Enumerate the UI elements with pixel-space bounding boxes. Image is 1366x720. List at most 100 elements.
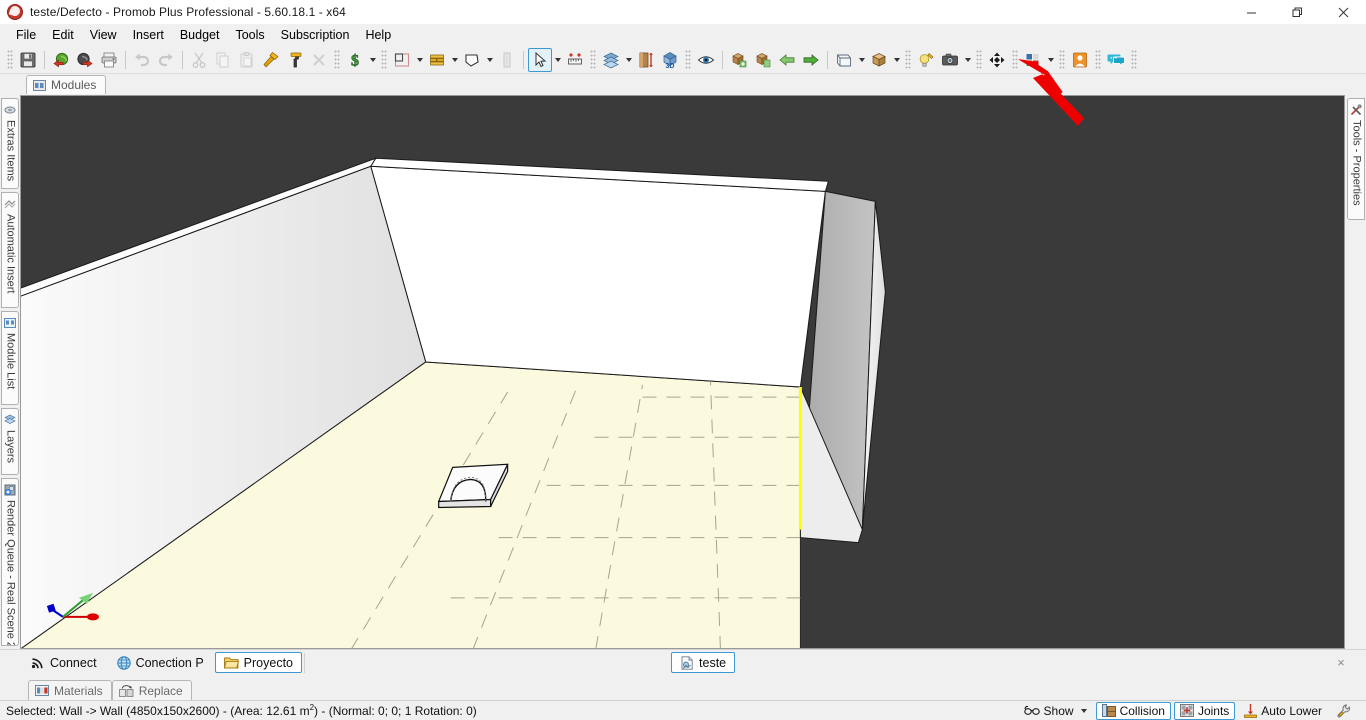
sidebar-item-layers[interactable]: Layers <box>1 408 19 475</box>
perspective-box-icon[interactable] <box>832 48 856 72</box>
document-tab-teste[interactable]: teste <box>671 652 736 673</box>
status-settings-wrench-button[interactable] <box>1331 702 1362 720</box>
toolbar-grip[interactable] <box>1012 49 1018 70</box>
sidebar-item-tools-properties[interactable]: Tools - Properties <box>1347 98 1365 220</box>
camera-icon[interactable] <box>938 48 962 72</box>
arrow-left-green-icon[interactable] <box>775 48 799 72</box>
box-add-icon[interactable] <box>727 48 751 72</box>
layers-dropdown-caret-icon[interactable] <box>623 48 634 72</box>
view-3d-icon[interactable]: 3D <box>658 48 682 72</box>
color-palette-icon[interactable] <box>1021 48 1045 72</box>
status-show-caret-icon[interactable] <box>1080 708 1087 713</box>
eye-icon[interactable] <box>694 48 718 72</box>
colors-dropdown-caret-icon[interactable] <box>1045 48 1056 72</box>
budget-dollar-icon[interactable]: $ <box>343 48 367 72</box>
maximize-restore-button[interactable] <box>1274 0 1320 24</box>
light-bulb-icon[interactable] <box>914 48 938 72</box>
toolbar-grip[interactable] <box>905 49 911 70</box>
toolbar-grip[interactable] <box>685 49 691 70</box>
close-document-button[interactable]: × <box>1330 652 1352 674</box>
right-dock: Tools - Properties <box>1346 94 1366 649</box>
render-box-icon[interactable] <box>867 48 891 72</box>
box-copy-icon[interactable] <box>751 48 775 72</box>
tab-modules[interactable]: Modules <box>26 75 107 94</box>
export-icon[interactable] <box>73 48 97 72</box>
menu-help[interactable]: Help <box>357 25 399 45</box>
redo-icon[interactable] <box>154 48 178 72</box>
floor-shape-icon[interactable] <box>460 48 484 72</box>
viewport-container[interactable] <box>20 95 1345 649</box>
status-auto-lower-toggle[interactable]: Auto Lower <box>1238 702 1328 720</box>
chat-bubbles-icon[interactable] <box>1104 48 1128 72</box>
render-dropdown-caret-icon[interactable] <box>891 48 902 72</box>
undo-icon[interactable] <box>130 48 154 72</box>
menu-insert[interactable]: Insert <box>125 25 172 45</box>
status-joints-toggle[interactable]: Joints <box>1173 701 1236 720</box>
menu-view[interactable]: View <box>82 25 125 45</box>
menu-tools[interactable]: Tools <box>227 25 272 45</box>
arrow-right-green-icon[interactable] <box>799 48 823 72</box>
budget-dropdown-caret-icon[interactable] <box>367 48 378 72</box>
toolbar-grip[interactable] <box>976 49 982 70</box>
3d-viewport[interactable] <box>21 96 1344 648</box>
status-collision-toggle[interactable]: Collision <box>1095 701 1171 720</box>
height-ruler-icon[interactable] <box>634 48 658 72</box>
toolbar-grip[interactable] <box>334 49 340 70</box>
extras-items-icon <box>4 106 16 114</box>
paste-icon[interactable] <box>235 48 259 72</box>
glasses-icon <box>1023 705 1040 715</box>
sidebar-item-render-queue-label: Render Queue - Real Scene 2.0 <box>4 499 17 647</box>
select-arrow-icon[interactable] <box>528 47 552 72</box>
automatic-insert-icon <box>4 200 16 209</box>
close-button[interactable] <box>1320 0 1366 24</box>
column-icon[interactable] <box>495 48 519 72</box>
menu-file[interactable]: File <box>8 25 44 45</box>
copy-icon[interactable] <box>211 48 235 72</box>
toolbar-grip[interactable] <box>590 49 596 70</box>
tab-proyecto[interactable]: Proyecto <box>214 652 303 673</box>
tab-replace[interactable]: Replace <box>111 680 192 700</box>
user-account-icon[interactable] <box>1068 48 1092 72</box>
select-dropdown-caret-icon[interactable] <box>552 48 563 72</box>
menu-budget[interactable]: Budget <box>172 25 228 45</box>
sidebar-item-module-list[interactable]: Module List <box>1 310 19 406</box>
status-show-button[interactable]: Show <box>1018 702 1093 720</box>
status-selection-suffix: ) - (Normal: 0; 0; 1 Rotation: 0) <box>314 704 477 718</box>
toolbar-grip[interactable] <box>1095 49 1101 70</box>
wall-dropdown-caret-icon[interactable] <box>449 48 460 72</box>
layers-stack-icon[interactable] <box>599 48 623 72</box>
sidebar-item-render-queue[interactable]: Render Queue - Real Scene 2.0 <box>1 477 19 647</box>
auto-lower-icon <box>1244 703 1258 718</box>
3d-scene[interactable] <box>21 96 1344 648</box>
toolbar-separator <box>182 50 183 69</box>
menu-edit[interactable]: Edit <box>44 25 82 45</box>
toolbar-grip[interactable] <box>7 49 13 70</box>
minimize-button[interactable] <box>1228 0 1274 24</box>
floor-dropdown-caret-icon[interactable] <box>484 48 495 72</box>
measure-icon[interactable] <box>563 48 587 72</box>
left-dock: Extras Items Automatic Insert Module Lis… <box>0 94 20 649</box>
open-import-icon[interactable] <box>49 48 73 72</box>
sidebar-item-automatic-insert[interactable]: Automatic Insert <box>1 192 19 308</box>
hammer-icon[interactable] <box>259 48 283 72</box>
environment-dropdown-caret-icon[interactable] <box>414 48 425 72</box>
delete-x-icon[interactable] <box>307 48 331 72</box>
paint-roller-icon[interactable] <box>283 48 307 72</box>
toolbar-grip[interactable] <box>1131 49 1137 70</box>
move-arrows-icon[interactable] <box>985 48 1009 72</box>
tab-connect[interactable]: Connect <box>22 652 106 673</box>
tab-materials[interactable]: Materials <box>28 680 112 700</box>
cut-icon[interactable] <box>187 48 211 72</box>
tab-conection-p[interactable]: Conection P <box>108 652 213 673</box>
environment-icon[interactable] <box>390 48 414 72</box>
menu-subscription[interactable]: Subscription <box>273 25 358 45</box>
sidebar-item-automatic-insert-label: Automatic Insert <box>4 214 17 294</box>
toolbar-grip[interactable] <box>381 49 387 70</box>
print-icon[interactable] <box>97 48 121 72</box>
camera-dropdown-caret-icon[interactable] <box>962 48 973 72</box>
sidebar-item-extras-items[interactable]: Extras Items <box>1 98 19 190</box>
toolbar-grip[interactable] <box>1059 49 1065 70</box>
save-icon[interactable] <box>16 48 40 72</box>
perspective-dropdown-caret-icon[interactable] <box>856 48 867 72</box>
wall-brick-icon[interactable] <box>425 48 449 72</box>
